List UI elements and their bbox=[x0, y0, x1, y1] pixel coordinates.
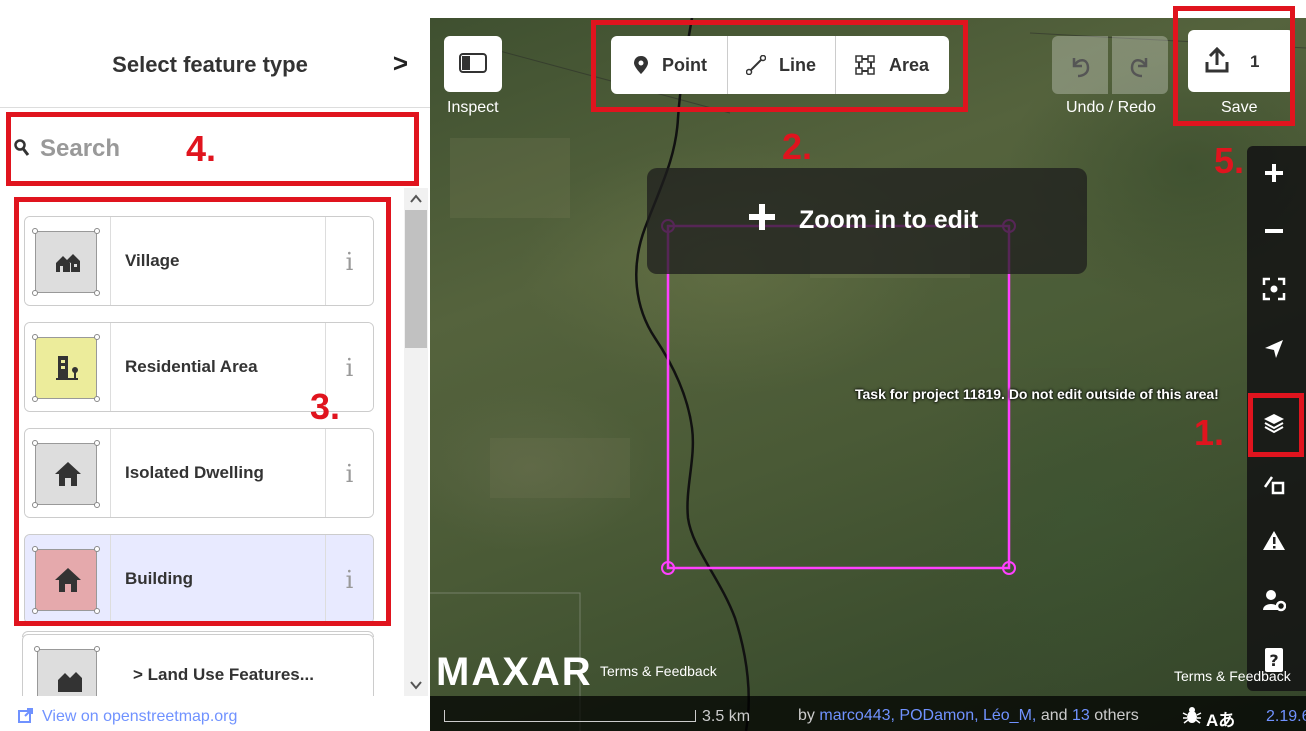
task-boundary-label: Task for project 11819. Do not edit outs… bbox=[855, 386, 1219, 402]
issues-icon bbox=[1263, 531, 1285, 550]
attribution-others: others bbox=[1094, 707, 1139, 724]
chevron-up-icon bbox=[410, 194, 422, 203]
land-use-icon bbox=[58, 672, 82, 692]
category-stack-edge bbox=[22, 631, 374, 637]
redo-icon bbox=[1130, 58, 1148, 78]
attribution-prefix: by bbox=[798, 707, 815, 724]
imagery-provider-logo: MAXAR bbox=[436, 650, 593, 694]
geolocate-icon bbox=[1265, 340, 1283, 358]
zoom-to-selection-icon bbox=[1262, 277, 1286, 301]
attribution: by marco443, PODamon, Léo_M, and 13 othe… bbox=[798, 707, 1139, 725]
scrollbar[interactable] bbox=[404, 188, 428, 696]
annotation-number-2: 2. bbox=[782, 126, 813, 167]
map-data-button[interactable] bbox=[1250, 461, 1300, 507]
zoom-message: Zoom in to edit bbox=[799, 206, 979, 234]
sidebar-footer: View on openstreetmap.org bbox=[0, 700, 430, 731]
contributors-link[interactable]: marco443, PODamon, Léo_M, bbox=[819, 707, 1036, 724]
zoom-in-button[interactable] bbox=[1250, 151, 1300, 197]
annotation-box-2 bbox=[591, 20, 968, 112]
geolocate-button[interactable] bbox=[1250, 327, 1300, 373]
undo-redo-label: Undo / Redo bbox=[1066, 99, 1156, 116]
zoom-out-button[interactable] bbox=[1250, 209, 1300, 255]
issues-button[interactable] bbox=[1250, 519, 1300, 565]
chevron-right-icon[interactable]: > bbox=[393, 48, 408, 79]
annotation-number-4: 4. bbox=[186, 128, 217, 169]
area-preset-shape bbox=[34, 646, 100, 696]
category-land-use-features[interactable]: > Land Use Features... bbox=[22, 631, 374, 696]
zoom-to-selection-button[interactable] bbox=[1250, 267, 1300, 313]
scroll-thumb[interactable] bbox=[405, 210, 427, 348]
others-count-link[interactable]: 13 bbox=[1072, 707, 1090, 724]
map-footer: 3.5 km by marco443, PODamon, Léo_M, and … bbox=[430, 696, 1306, 731]
sidebar-header: Select feature type > bbox=[0, 18, 430, 108]
undo-button[interactable] bbox=[1052, 36, 1108, 94]
language-selector[interactable]: Aあ bbox=[1206, 706, 1235, 731]
scale-label: 3.5 km bbox=[702, 708, 751, 725]
chevron-down-icon bbox=[410, 681, 422, 690]
annotation-number-1: 1. bbox=[1194, 412, 1225, 453]
attribution-and: and bbox=[1040, 707, 1068, 724]
annotation-box-5 bbox=[1173, 6, 1295, 126]
annotation-box-1 bbox=[1248, 393, 1304, 457]
preferences-icon bbox=[1263, 590, 1286, 612]
scroll-up-arrow[interactable] bbox=[404, 188, 428, 210]
minus-icon bbox=[1265, 229, 1283, 233]
category-label: > Land Use Features... bbox=[133, 665, 314, 684]
undo-icon bbox=[1072, 58, 1090, 78]
external-link-icon bbox=[18, 708, 33, 723]
sidebar-title: Select feature type bbox=[112, 52, 308, 77]
preferences-button[interactable] bbox=[1250, 578, 1300, 624]
scale-bar[interactable] bbox=[444, 710, 696, 722]
inspect-label: Inspect bbox=[447, 99, 499, 116]
plus-icon bbox=[749, 204, 775, 230]
zoom-in-to-edit-button[interactable]: Zoom in to edit bbox=[647, 168, 1087, 274]
version-link[interactable]: 2.19.6 bbox=[1266, 708, 1306, 726]
view-on-osm-link[interactable]: View on openstreetmap.org bbox=[42, 708, 237, 726]
annotation-number-5: 5. bbox=[1214, 140, 1245, 181]
sidebar-toggle-icon bbox=[459, 53, 487, 73]
inspect-button[interactable] bbox=[444, 36, 502, 92]
map-data-icon bbox=[1263, 476, 1285, 495]
annotation-number-3: 3. bbox=[310, 386, 341, 427]
plus-icon bbox=[1265, 164, 1283, 182]
scroll-down-arrow[interactable] bbox=[404, 674, 428, 696]
terms-feedback-link[interactable]: Terms & Feedback bbox=[600, 663, 717, 679]
terms-feedback-link-right[interactable]: Terms & Feedback bbox=[1174, 668, 1291, 684]
bug-report-icon[interactable] bbox=[1182, 706, 1202, 724]
river-line bbox=[635, 18, 750, 731]
redo-button[interactable] bbox=[1112, 36, 1168, 94]
